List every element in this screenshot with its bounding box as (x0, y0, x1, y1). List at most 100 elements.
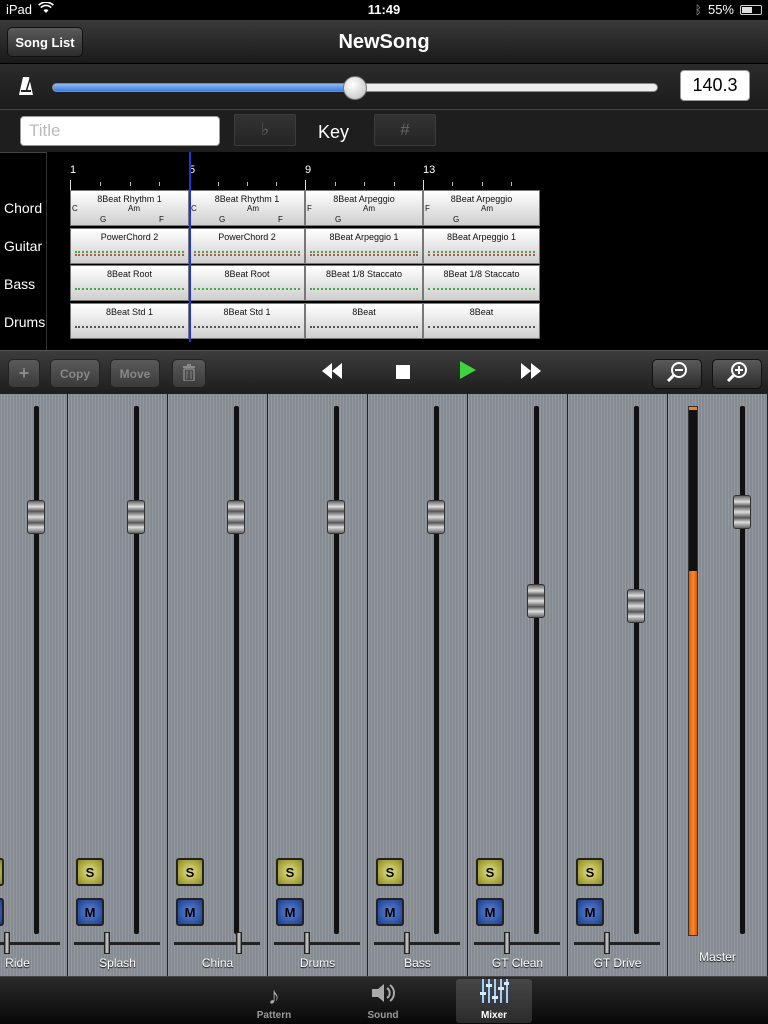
pattern-name: 8Beat Rhythm 1 (97, 194, 162, 204)
pattern-block[interactable]: 8Beat (305, 303, 423, 339)
pan-knob[interactable] (304, 932, 310, 954)
pattern-block[interactable]: PowerChord 2 (189, 228, 305, 264)
play-button[interactable] (455, 361, 481, 385)
title-input[interactable]: Title (20, 116, 220, 146)
mute-button[interactable]: M (576, 898, 604, 926)
fader-track[interactable] (34, 406, 39, 934)
pattern-block[interactable]: 8Beat Arpeggio F G Am (423, 190, 540, 226)
pan-track (474, 942, 560, 945)
solo-button[interactable]: S (0, 858, 4, 886)
zoom-in-button[interactable] (712, 359, 762, 389)
metronome-icon[interactable] (18, 76, 34, 96)
pattern-block[interactable]: 8Beat Std 1 (70, 303, 189, 339)
solo-button[interactable]: S (476, 858, 504, 886)
fader-knob[interactable] (327, 499, 345, 534)
track-label-bass: Bass (4, 276, 36, 292)
chord-symbol: F (278, 215, 283, 224)
solo-button[interactable]: S (376, 858, 404, 886)
tempo-value-field[interactable]: 140.3 (680, 70, 750, 101)
fast-forward-icon (521, 362, 541, 385)
fader-track[interactable] (234, 406, 239, 934)
fader-knob[interactable] (127, 499, 145, 534)
pan-knob[interactable] (504, 932, 510, 954)
fader-track[interactable] (634, 406, 639, 934)
measure-number: 9 (305, 164, 312, 176)
playhead-cursor[interactable] (189, 152, 191, 342)
pattern-block[interactable]: 8Beat Arpeggio 1 (305, 228, 423, 264)
tab-pattern[interactable]: ♪ Pattern (236, 979, 312, 1023)
key-sharp-button[interactable]: # (374, 114, 436, 146)
master-level-meter (688, 406, 698, 936)
pattern-block[interactable]: 8Beat Arpeggio F G Am (305, 190, 423, 226)
pattern-block[interactable]: 8Beat Rhythm 1 C G Am F (189, 190, 305, 226)
solo-button[interactable]: S (276, 858, 304, 886)
fader-track[interactable] (334, 406, 339, 934)
pattern-block[interactable]: 8Beat Arpeggio 1 (423, 228, 540, 264)
tab-sound[interactable]: Sound (345, 979, 421, 1023)
pan-knob[interactable] (236, 932, 242, 954)
pattern-block[interactable]: 8Beat Root (189, 265, 305, 301)
fast-forward-button[interactable] (518, 361, 544, 385)
pattern-note-preview (428, 251, 535, 253)
rewind-button[interactable] (319, 361, 345, 385)
pattern-block[interactable]: 8Beat 1/8 Staccato (305, 265, 423, 301)
pattern-name: 8Beat Rhythm 1 (214, 194, 280, 204)
key-label: Key (318, 122, 350, 142)
pattern-block[interactable]: 8Beat (423, 303, 540, 339)
pan-knob[interactable] (604, 932, 610, 954)
pan-knob[interactable] (4, 932, 10, 954)
fader-knob[interactable] (227, 499, 245, 534)
fader-track[interactable] (134, 406, 139, 934)
tempo-slider-thumb[interactable] (343, 76, 367, 100)
pattern-block[interactable]: PowerChord 2 (70, 228, 189, 264)
ruler-beat-tick (452, 182, 454, 186)
solo-button[interactable]: S (76, 858, 104, 886)
fader-track[interactable] (534, 406, 539, 934)
arranger-timeline[interactable]: 1 5 9 13 Chord 8Beat Rhythm 1 C G Am F 8Beat Rhyth… (0, 152, 768, 350)
pattern-block[interactable]: 8Beat Rhythm 1 C G Am F (70, 190, 189, 226)
stop-icon (396, 362, 410, 385)
fader-track[interactable] (740, 406, 745, 934)
navigation-bar: Song List NewSong (0, 20, 768, 64)
mute-button[interactable]: M (76, 898, 104, 926)
copy-button[interactable]: Copy (50, 359, 100, 388)
mute-button[interactable]: M (376, 898, 404, 926)
pattern-block[interactable]: 8Beat Std 1 (189, 303, 305, 339)
zoom-out-button[interactable] (652, 359, 702, 389)
pattern-name: 8Beat Arpeggio (450, 194, 513, 204)
pan-knob[interactable] (404, 932, 410, 954)
ruler-beat-tick (99, 182, 101, 186)
mute-button[interactable]: M (0, 898, 4, 926)
trash-icon (182, 363, 196, 384)
tab-mixer[interactable]: Mixer (456, 979, 532, 1023)
pattern-block[interactable]: 8Beat 1/8 Staccato (423, 265, 540, 301)
fader-knob[interactable] (27, 499, 45, 534)
pattern-block[interactable]: 8Beat Root (70, 265, 189, 301)
add-pattern-button[interactable]: + (8, 359, 40, 388)
fader-track[interactable] (434, 406, 439, 934)
fader-knob[interactable] (427, 499, 445, 534)
ruler-beat-tick (334, 182, 336, 186)
mute-button[interactable]: M (276, 898, 304, 926)
master-level-meter-fill (689, 570, 697, 935)
solo-button[interactable]: S (176, 858, 204, 886)
solo-button[interactable]: S (576, 858, 604, 886)
pan-knob[interactable] (104, 932, 110, 954)
key-flat-button[interactable]: ♭ (234, 114, 296, 146)
move-button[interactable]: Move (110, 359, 160, 388)
delete-button[interactable] (172, 359, 206, 388)
pattern-name: 8Beat Arpeggio 1 (329, 232, 399, 242)
measure-number: 13 (423, 164, 436, 176)
mute-button[interactable]: M (476, 898, 504, 926)
pattern-note-preview (310, 254, 418, 256)
tempo-slider[interactable] (52, 76, 658, 100)
fader-knob[interactable] (627, 588, 645, 623)
rewind-icon (322, 362, 342, 385)
speaker-icon (370, 982, 396, 1010)
fader-knob[interactable] (527, 583, 545, 618)
mute-button[interactable]: M (176, 898, 204, 926)
fader-knob[interactable] (733, 494, 751, 529)
stop-button[interactable] (390, 361, 416, 385)
mixer-channel-master: Master (668, 394, 768, 976)
pattern-name: 8Beat Root (224, 269, 270, 279)
